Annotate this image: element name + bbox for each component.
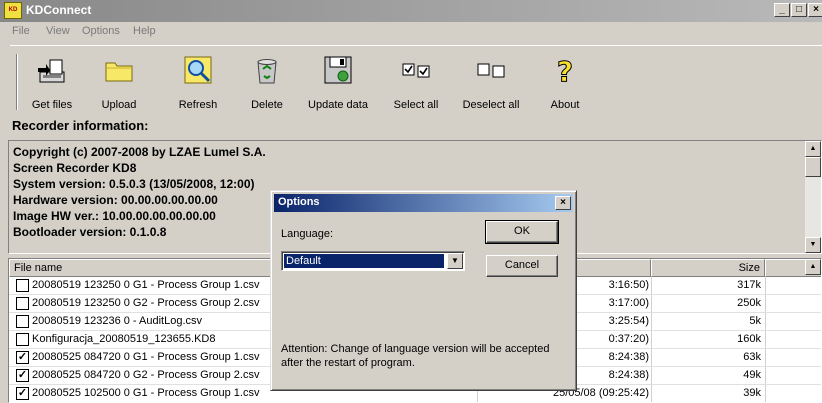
row-checkbox[interactable] (16, 297, 29, 310)
language-restart-note: Attention: Change of language version wi… (281, 343, 550, 369)
checkbox-checked-icon (402, 63, 430, 78)
maximize-button[interactable]: □ (791, 3, 807, 17)
toolbar-separator (16, 54, 18, 110)
about-button[interactable]: ? About (540, 50, 590, 116)
menu-file[interactable]: File (12, 25, 30, 37)
scroll-thumb[interactable] (805, 157, 821, 177)
column-header-size[interactable]: Size (651, 259, 765, 277)
menu-options[interactable]: Options (82, 25, 120, 37)
update-data-label: Update data (308, 99, 368, 111)
app-logo-icon: KD (4, 2, 22, 19)
checkbox-unchecked-icon (477, 63, 505, 78)
menu-help[interactable]: Help (133, 25, 156, 37)
delete-button[interactable]: Delete (242, 50, 292, 116)
get-files-icon (38, 59, 65, 83)
about-label: About (550, 99, 580, 111)
svg-text:?: ? (557, 55, 573, 86)
upload-label: Upload (101, 99, 137, 111)
file-size: 5k (749, 315, 761, 327)
menu-view[interactable]: View (46, 25, 70, 37)
row-checkbox-checked[interactable]: ✓ (16, 387, 29, 400)
app-window: KD KDConnect _ □ × File View Options Hel… (0, 0, 822, 403)
file-size: 317k (737, 279, 761, 291)
dialog-title: Options (278, 196, 320, 208)
select-all-label: Select all (393, 99, 439, 111)
update-data-button[interactable]: Update data (304, 50, 372, 116)
cancel-button[interactable]: Cancel (486, 255, 558, 277)
select-all-button[interactable]: Select all (386, 50, 446, 116)
file-size: 49k (743, 369, 761, 381)
info-line: Image HW ver.: 10.00.00.00.00.00.00 (13, 209, 216, 223)
file-name: 20080525 084720 0 G2 - Process Group 2.c… (32, 369, 260, 381)
language-label: Language: (281, 228, 333, 240)
delete-label: Delete (251, 99, 283, 111)
info-line: Copyright (c) 2007-2008 by LZAE Lumel S.… (13, 145, 266, 159)
chevron-down-icon[interactable]: ▼ (447, 253, 463, 269)
toolbar: Get files Upload Refresh Delete Update d… (10, 45, 822, 117)
info-scrollbar[interactable]: ▲ ▼ (805, 141, 821, 253)
close-button[interactable]: × (808, 3, 822, 17)
file-name: 20080525 084720 0 G1 - Process Group 1.c… (32, 351, 260, 363)
file-size: 160k (737, 333, 761, 345)
language-select-value: Default (284, 254, 444, 268)
scroll-down-arrow-icon[interactable]: ▼ (805, 237, 821, 253)
file-name: 20080525 102500 0 G1 - Process Group 1.c… (32, 387, 260, 399)
recycle-bin-icon (257, 59, 277, 84)
minimize-button[interactable]: _ (774, 3, 790, 17)
magnifier-icon (184, 56, 212, 84)
options-dialog: Options × Language: Default ▼ OK Cancel … (270, 190, 577, 391)
row-checkbox-checked[interactable]: ✓ (16, 369, 29, 382)
question-mark-icon: ? (556, 55, 573, 87)
refresh-button[interactable]: Refresh (170, 50, 226, 116)
window-title: KDConnect (26, 3, 92, 17)
get-files-button[interactable]: Get files (22, 50, 82, 116)
dialog-close-button[interactable]: × (555, 196, 571, 210)
file-size: 250k (737, 297, 761, 309)
row-checkbox[interactable] (16, 333, 29, 346)
info-line: Hardware version: 00.00.00.00.00.00 (13, 193, 218, 207)
refresh-label: Refresh (178, 99, 218, 111)
menu-bar: File View Options Help (0, 22, 822, 42)
row-checkbox-checked[interactable]: ✓ (16, 351, 29, 364)
file-name: 20080519 123250 0 G1 - Process Group 1.c… (32, 279, 260, 291)
file-size: 63k (743, 351, 761, 363)
file-size: 39k (743, 387, 761, 399)
file-name: 20080519 123236 0 - AuditLog.csv (32, 315, 203, 327)
file-name: 20080519 123250 0 G2 - Process Group 2.c… (32, 297, 260, 309)
title-bar[interactable]: KD KDConnect _ □ × (0, 0, 822, 22)
row-checkbox[interactable] (16, 315, 29, 328)
deselect-all-label: Deselect all (462, 99, 520, 111)
get-files-label: Get files (31, 99, 73, 111)
floppy-disk-icon (324, 56, 352, 84)
ok-button[interactable]: OK (485, 220, 559, 244)
recorder-info-heading: Recorder information: (12, 118, 149, 133)
upload-button[interactable]: Upload (94, 50, 144, 116)
info-line: Screen Recorder KD8 (13, 161, 137, 175)
deselect-all-button[interactable]: Deselect all (456, 50, 526, 116)
list-scroll-up-arrow-icon[interactable]: ▲ (805, 259, 821, 275)
scroll-up-arrow-icon[interactable]: ▲ (805, 141, 821, 157)
info-line: Bootloader version: 0.1.0.8 (13, 225, 167, 239)
file-name: Konfiguracja_20080519_123655.KD8 (32, 333, 216, 345)
language-select[interactable]: Default ▼ (281, 251, 465, 271)
info-line: System version: 0.5.0.3 (13/05/2008, 12:… (13, 177, 255, 191)
folder-icon (105, 62, 133, 82)
dialog-title-bar[interactable]: Options × (274, 194, 573, 212)
row-checkbox[interactable] (16, 279, 29, 292)
